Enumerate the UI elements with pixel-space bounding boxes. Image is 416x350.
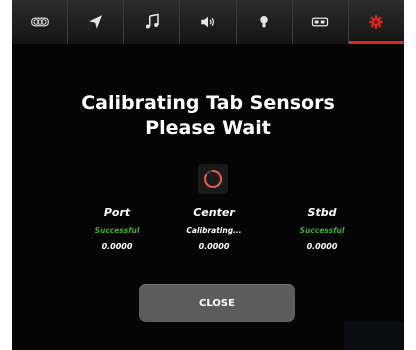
light-bulb-icon xyxy=(260,16,268,28)
device-screen: Calibrating Tab Sensors Please Wait Port… xyxy=(12,0,405,350)
sensor-value: 0.0000 xyxy=(198,242,230,251)
top-nav-bar xyxy=(12,0,405,44)
sensor-port: Port Successful 0.0000 xyxy=(62,205,172,253)
sensor-status: Calibrating... xyxy=(186,226,242,235)
music-note-icon xyxy=(145,13,159,29)
battery-icon xyxy=(312,17,329,27)
gauge-icon xyxy=(30,17,49,27)
tab-settings[interactable] xyxy=(348,0,405,44)
navigation-arrow-icon xyxy=(88,15,102,29)
sensor-stbd: Stbd Successful 0.0000 xyxy=(267,205,377,253)
dialog-title-line2: Please Wait xyxy=(145,117,271,139)
sensor-status: Successful xyxy=(94,226,140,235)
sensor-name: Port xyxy=(103,206,131,219)
tab-power[interactable] xyxy=(293,0,349,44)
tab-gauges[interactable] xyxy=(12,0,69,44)
loading-spinner-icon xyxy=(198,164,228,194)
gear-icon xyxy=(369,15,384,29)
sensor-name: Stbd xyxy=(307,206,337,219)
tab-music[interactable] xyxy=(124,0,181,44)
corner-shade xyxy=(344,322,404,350)
dialog-title-line1: Calibrating Tab Sensors xyxy=(81,92,335,114)
speaker-icon xyxy=(201,16,215,28)
tab-lighting[interactable] xyxy=(237,0,293,44)
tab-audio[interactable] xyxy=(180,0,237,44)
tab-navigation[interactable] xyxy=(68,0,125,44)
close-button[interactable]: CLOSE xyxy=(139,284,295,322)
sensor-name: Center xyxy=(193,206,235,219)
sensor-center: Center Calibrating... 0.0000 xyxy=(159,205,269,253)
sensor-status: Successful xyxy=(299,226,345,235)
sensor-value: 0.0000 xyxy=(101,242,133,251)
sensor-value: 0.0000 xyxy=(306,242,338,251)
